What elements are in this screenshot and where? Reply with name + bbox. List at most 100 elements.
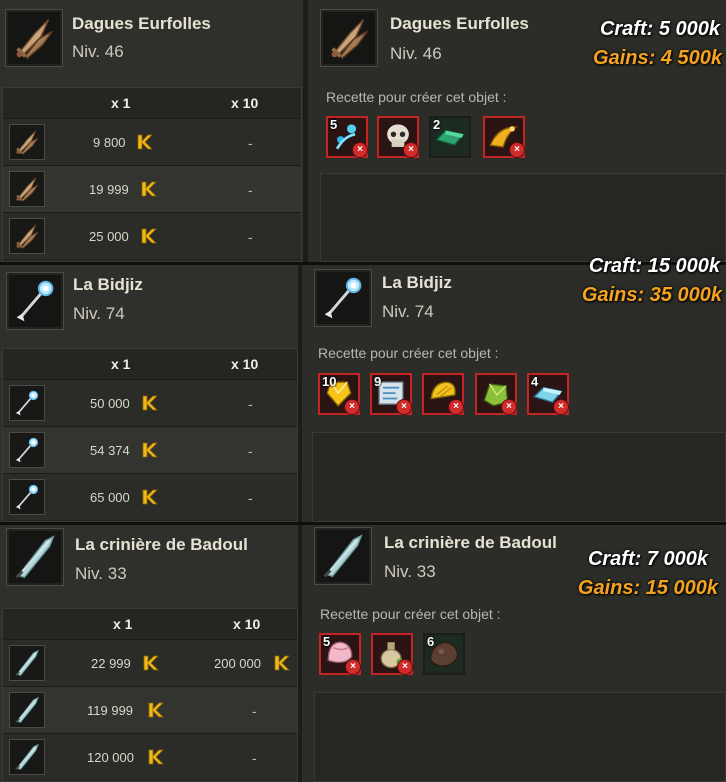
- ingredient-qty: 5: [330, 117, 338, 132]
- price-table: x 1 x 10 22 999 200 000 119 999 - 120 00…: [2, 608, 298, 782]
- kama-icon: [135, 133, 153, 151]
- staff-icon: [9, 479, 45, 515]
- column-header-x10: x 10: [231, 356, 259, 372]
- staff-icon: [6, 272, 64, 330]
- table-row[interactable]: 120 000 -: [3, 733, 297, 780]
- recipe-label: Recette pour créer cet objet :: [326, 89, 507, 105]
- detail-panel-badoul: La crinière de Badoul Niv. 33 Recette po…: [302, 525, 726, 782]
- description-box: [320, 173, 726, 262]
- price-table: x 1 x 10 9 800 - 19 999 - 25 000 -: [2, 87, 302, 262]
- item-level: Niv. 46: [390, 44, 442, 63]
- recipe-label: Recette pour créer cet objet :: [320, 606, 501, 622]
- table-row[interactable]: 119 999 -: [3, 686, 297, 733]
- ingredient-slot[interactable]: ×: [371, 633, 413, 675]
- column-header-x10: x 10: [233, 616, 261, 632]
- missing-icon: ×: [345, 659, 361, 675]
- price-x1: 19 999: [89, 182, 129, 197]
- staff-icon: [314, 269, 372, 327]
- ingredient-qty: 10: [322, 374, 337, 389]
- ingredient-qty: 2: [433, 117, 441, 132]
- kama-icon: [139, 180, 157, 198]
- dagger-icon: [9, 124, 45, 160]
- feather-sword-icon: [9, 645, 45, 681]
- missing-icon: ×: [509, 142, 525, 158]
- price-x1: 50 000: [90, 396, 130, 411]
- missing-icon: ×: [352, 142, 368, 158]
- table-row[interactable]: 19 999 -: [3, 165, 301, 212]
- gains-amount: Gains: 15 000k: [577, 577, 718, 599]
- table-row[interactable]: 50 000 -: [3, 379, 297, 426]
- missing-icon: ×: [396, 399, 412, 415]
- price-x10: -: [248, 182, 253, 198]
- kama-icon: [146, 748, 164, 766]
- price-x10: -: [248, 490, 253, 506]
- kama-icon: [140, 488, 158, 506]
- feather-sword-icon: [314, 527, 372, 585]
- table-row[interactable]: 25 000 -: [3, 212, 301, 259]
- item-name: La Bidjiz: [382, 273, 452, 292]
- price-x1: 25 000: [89, 229, 129, 244]
- price-x10: 200 000: [214, 656, 261, 671]
- dagger-icon: [320, 9, 378, 67]
- ingredient-slot[interactable]: 2: [429, 116, 471, 158]
- kama-icon: [139, 227, 157, 245]
- item-panel-bidjiz: La Bidjiz Niv. 74 x 1 x 10 50 000 - 54 3…: [0, 265, 298, 522]
- price-x1: 9 800: [93, 135, 126, 150]
- column-header-x1: x 1: [111, 356, 131, 372]
- price-x1: 22 999: [91, 656, 131, 671]
- price-x10: -: [248, 443, 253, 459]
- item-level: Niv. 74: [73, 304, 125, 323]
- item-panel-dagues: Dagues Eurfolles Niv. 46 x 1 x 10 9 800 …: [0, 0, 303, 262]
- item-panel-badoul: La crinière de Badoul Niv. 33 x 1 x 10 2…: [0, 525, 298, 782]
- dagger-icon: [9, 218, 45, 254]
- ingredient-slot[interactable]: ×: [475, 373, 517, 415]
- price-x1: 65 000: [90, 490, 130, 505]
- dagger-icon: [9, 171, 45, 207]
- feather-sword-icon: [9, 692, 45, 728]
- missing-icon: ×: [344, 399, 360, 415]
- craft-cost: Craft: 5 000k: [599, 18, 720, 40]
- missing-icon: ×: [501, 399, 517, 415]
- table-row[interactable]: 22 999 200 000: [3, 639, 297, 686]
- detail-panel-dagues: Dagues Eurfolles Niv. 46 Recette pour cr…: [308, 0, 726, 262]
- ingredient-qty: 4: [531, 374, 539, 389]
- table-row[interactable]: 9 800 -: [3, 118, 301, 165]
- price-x1: 119 999: [87, 703, 134, 718]
- ingredient-slot[interactable]: ×: [377, 116, 419, 158]
- ingredient-slot[interactable]: 9 ×: [370, 373, 412, 415]
- missing-icon: ×: [553, 399, 569, 415]
- ingredient-slot[interactable]: 10 ×: [318, 373, 360, 415]
- price-x10: -: [248, 229, 253, 245]
- missing-icon: ×: [397, 659, 413, 675]
- ingredient-slot[interactable]: ×: [483, 116, 525, 158]
- price-x1: 120 000: [87, 750, 134, 765]
- ingredient-slot[interactable]: 5 ×: [319, 633, 361, 675]
- price-x10: -: [252, 703, 257, 719]
- kama-icon: [146, 701, 164, 719]
- ingredient-slot[interactable]: 5 ×: [326, 116, 368, 158]
- feather-sword-icon: [9, 739, 45, 775]
- column-header-x1: x 1: [111, 95, 131, 111]
- ingredient-qty: 5: [323, 634, 331, 649]
- item-level: Niv. 33: [384, 562, 436, 581]
- item-name: La crinière de Badoul: [75, 535, 248, 554]
- item-level: Niv. 46: [72, 42, 124, 61]
- description-box: [314, 692, 726, 782]
- table-row[interactable]: 54 374 -: [3, 426, 297, 473]
- ingredient-slot[interactable]: ×: [422, 373, 464, 415]
- price-x10: -: [248, 396, 253, 412]
- kama-icon: [140, 441, 158, 459]
- ingredient-slot[interactable]: 6: [423, 633, 465, 675]
- ingredient-slot[interactable]: 4 ×: [527, 373, 569, 415]
- gains-amount: Gains: 4 500k: [593, 47, 722, 69]
- price-x10: -: [248, 135, 253, 151]
- craft-cost: Craft: 15 000k: [588, 255, 720, 277]
- table-row[interactable]: 65 000 -: [3, 473, 297, 520]
- item-name: Dagues Eurfolles: [72, 14, 211, 33]
- item-name: Dagues Eurfolles: [390, 14, 529, 33]
- missing-icon: ×: [448, 399, 464, 415]
- price-table: x 1 x 10 50 000 - 54 374 - 65 000 -: [2, 348, 298, 522]
- description-box: [312, 432, 726, 522]
- column-header-x10: x 10: [231, 95, 259, 111]
- staff-icon: [9, 385, 45, 421]
